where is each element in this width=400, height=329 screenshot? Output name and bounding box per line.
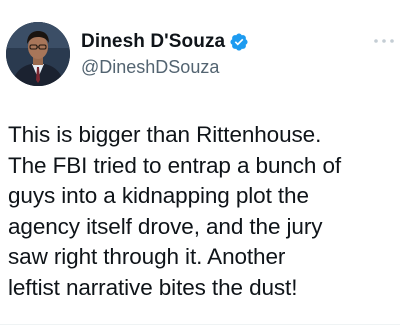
avatar[interactable] (6, 22, 70, 86)
display-name[interactable]: Dinesh D'Souza (81, 31, 225, 53)
verified-badge-icon (229, 32, 249, 52)
tweet-header: Dinesh D'Souza @DineshDSouza (0, 0, 400, 100)
author-handle[interactable]: @DineshDSouza (81, 57, 249, 78)
profile-photo-icon (6, 22, 70, 86)
divider (0, 324, 400, 325)
display-name-row: Dinesh D'Souza (81, 30, 249, 54)
more-options-icon[interactable] (372, 37, 396, 45)
tweet-card: Dinesh D'Souza @DineshDSouza This is big… (0, 0, 400, 329)
author-names: Dinesh D'Souza @DineshDSouza (81, 30, 249, 78)
tweet-text: This is bigger than Rittenhouse. The FBI… (8, 122, 342, 300)
